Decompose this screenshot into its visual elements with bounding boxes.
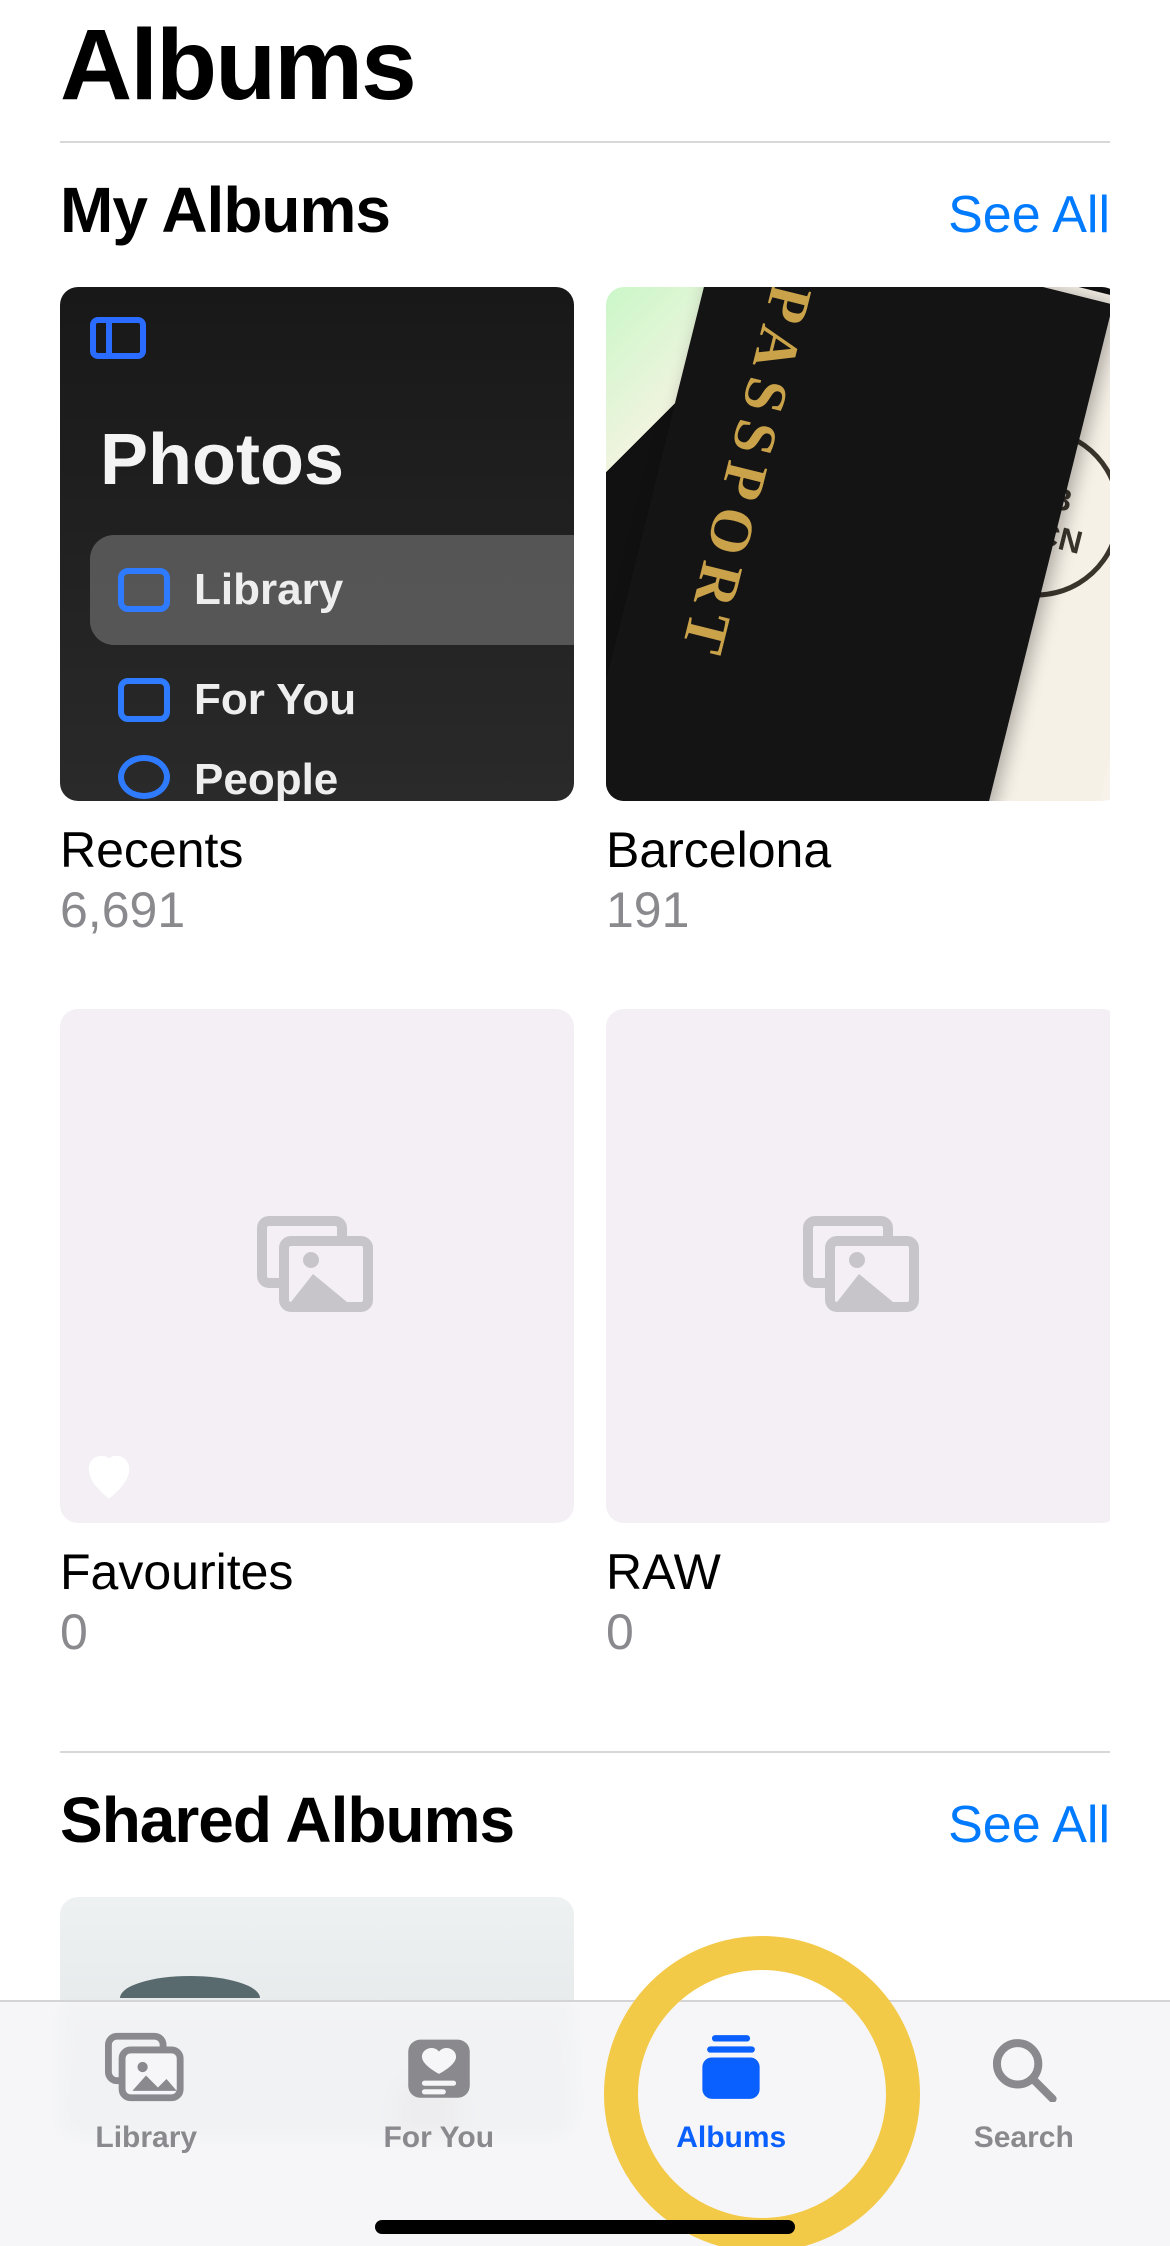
album-count: 0 [60, 1603, 574, 1661]
empty-album-icon [803, 1216, 923, 1316]
content-area: Albums My Albums See All Photos Library … [0, 0, 1170, 2137]
photos-albums-screen: Albums My Albums See All Photos Library … [0, 0, 1170, 2246]
albums-icon [690, 2032, 772, 2107]
shared-albums-header: Shared Albums See All [60, 1753, 1110, 1857]
tab-label: Library [95, 2121, 197, 2155]
tab-label: Search [974, 2121, 1074, 2155]
album-count: 6,691 [60, 881, 574, 939]
preview-nav-people: People [90, 755, 574, 801]
album-recents-thumbnail[interactable]: Photos Library For You People [60, 287, 574, 801]
app-widget-icon [90, 317, 146, 359]
my-albums-row-1[interactable]: Photos Library For You People Recents 6,… [60, 247, 1110, 939]
my-albums-header: My Albums See All [60, 143, 1110, 247]
tab-bar: Library For You Albums Search [0, 2000, 1170, 2246]
shared-albums-see-all-button[interactable]: See All [948, 1795, 1110, 1855]
album-recents[interactable]: Photos Library For You People Recents 6,… [60, 287, 574, 939]
empty-album-icon [257, 1216, 377, 1316]
page-title: Albums [60, 0, 1110, 123]
album-name: Barcelona [606, 821, 1110, 879]
album-name: Recents [60, 821, 574, 879]
library-icon [105, 2032, 187, 2107]
preview-nav-library: Library [90, 535, 574, 645]
album-barcelona-thumbnail[interactable]: AR ——— FEB H-BCN PASSPORT [606, 287, 1110, 801]
my-albums-title: My Albums [60, 173, 390, 247]
album-favourites-thumbnail[interactable] [60, 1009, 574, 1523]
tab-albums[interactable]: Albums [585, 2002, 878, 2246]
tab-label: For You [383, 2121, 494, 2155]
my-albums-row-2[interactable]: Favourites 0 RAW 0 iP 16 [60, 939, 1110, 1661]
album-favourites[interactable]: Favourites 0 [60, 1009, 574, 1661]
search-icon [983, 2032, 1065, 2107]
album-count: 0 [606, 1603, 1110, 1661]
preview-app-title: Photos [100, 419, 574, 501]
album-raw-thumbnail[interactable] [606, 1009, 1110, 1523]
album-name: RAW [606, 1543, 1110, 1601]
home-indicator [375, 2220, 795, 2234]
my-albums-see-all-button[interactable]: See All [948, 185, 1110, 245]
preview-nav-foryou: For You [90, 645, 574, 755]
shared-albums-title: Shared Albums [60, 1783, 514, 1857]
album-count: 191 [606, 881, 1110, 939]
for-you-icon [398, 2032, 480, 2107]
album-name: Favourites [60, 1543, 574, 1601]
album-raw[interactable]: RAW 0 [606, 1009, 1110, 1661]
tab-label: Albums [676, 2121, 786, 2155]
tab-search[interactable]: Search [878, 2002, 1170, 2246]
tab-for-you[interactable]: For You [293, 2002, 586, 2246]
tab-library[interactable]: Library [0, 2002, 293, 2246]
heart-icon [82, 1451, 136, 1501]
album-barcelona[interactable]: AR ——— FEB H-BCN PASSPORT Barcelona 191 [606, 287, 1110, 939]
